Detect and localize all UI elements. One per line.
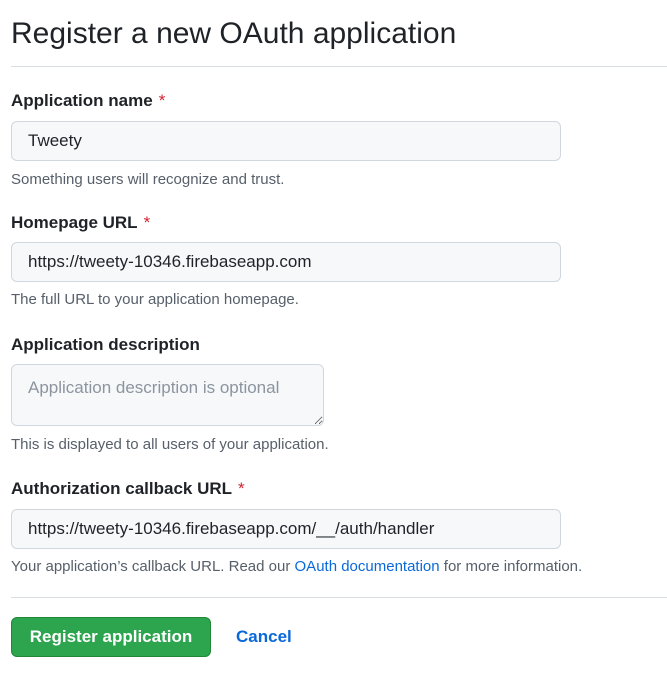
register-application-button[interactable]: Register application	[11, 617, 211, 657]
page-title: Register a new OAuth application	[11, 17, 457, 50]
callback-hint-suffix: for more information.	[443, 558, 583, 575]
callback-url-label-text: Authorization callback URL	[11, 479, 233, 498]
actions-divider	[11, 597, 667, 598]
callback-url-hint: Your application’s callback URL. Read ou…	[11, 557, 582, 577]
required-mark: *	[238, 479, 245, 498]
homepage-url-hint: The full URL to your application homepag…	[11, 291, 299, 308]
description-hint: This is displayed to all users of your a…	[11, 436, 329, 453]
required-mark: *	[158, 91, 166, 110]
oauth-documentation-link[interactable]: OAuth documentation	[295, 558, 440, 575]
description-textarea[interactable]	[11, 364, 324, 426]
homepage-url-input[interactable]	[11, 242, 561, 282]
homepage-url-label-text: Homepage URL	[11, 213, 138, 232]
app-name-label-text: Application name	[11, 91, 153, 110]
required-mark: *	[143, 213, 151, 232]
description-label: Application description	[11, 334, 200, 356]
description-label-text: Application description	[11, 335, 200, 354]
callback-url-label: Authorization callback URL *	[11, 478, 245, 500]
app-name-hint: Something users will recognize and trust…	[11, 171, 285, 188]
header-divider	[11, 66, 667, 67]
oauth-register-page: Register a new OAuth application Applica…	[0, 0, 667, 690]
homepage-url-label: Homepage URL *	[11, 212, 150, 234]
app-name-label: Application name *	[11, 90, 165, 112]
app-name-input[interactable]	[11, 121, 561, 161]
callback-hint-prefix: Your application’s callback URL. Read ou…	[11, 558, 291, 575]
callback-url-input[interactable]	[11, 509, 561, 549]
cancel-button[interactable]: Cancel	[236, 626, 292, 648]
